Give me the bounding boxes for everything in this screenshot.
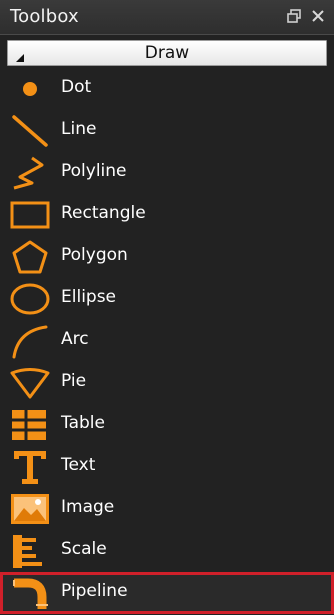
tool-item-image[interactable]: Image — [0, 488, 334, 530]
tool-item-scale[interactable]: Scale — [0, 530, 334, 572]
table-icon — [8, 407, 52, 443]
tool-item-polygon[interactable]: Polygon — [0, 236, 334, 278]
ellipse-icon — [8, 281, 52, 317]
tool-label: Polyline — [61, 161, 127, 181]
tool-list: Dot Line Polyline Rectangle Polygon Elli… — [0, 68, 334, 614]
toolbox-titlebar: Toolbox — [0, 0, 334, 35]
tool-label: Ellipse — [61, 287, 117, 307]
dot-icon — [8, 71, 52, 107]
tool-item-table[interactable]: Table — [0, 404, 334, 446]
tool-label: Image — [61, 497, 115, 517]
tool-label: Scale — [61, 539, 107, 559]
tool-label: Line — [61, 119, 97, 139]
line-icon — [8, 113, 52, 149]
tool-item-arc[interactable]: Arc — [0, 320, 334, 362]
tool-label: Dot — [61, 77, 92, 97]
panel-title: Toolbox — [10, 6, 79, 27]
tool-item-polyline[interactable]: Polyline — [0, 152, 334, 194]
pie-icon — [8, 365, 52, 401]
polygon-icon — [8, 239, 52, 275]
rectangle-icon — [8, 197, 52, 233]
tool-item-pie[interactable]: Pie — [0, 362, 334, 404]
tool-label: Table — [61, 413, 105, 433]
tool-label: Pipeline — [61, 581, 128, 601]
text-icon — [8, 449, 52, 485]
image-icon — [8, 491, 52, 527]
tool-label: Pie — [61, 371, 87, 391]
section-header-draw[interactable]: Draw — [7, 40, 327, 66]
tool-label: Rectangle — [61, 203, 146, 223]
tool-item-ellipse[interactable]: Ellipse — [0, 278, 334, 320]
tool-label: Polygon — [61, 245, 128, 265]
tool-item-text[interactable]: Text — [0, 446, 334, 488]
tool-label: Arc — [61, 329, 89, 349]
tool-label: Text — [61, 455, 96, 475]
tool-item-dot[interactable]: Dot — [0, 68, 334, 110]
section-header-label: Draw — [144, 43, 190, 63]
tool-item-pipeline[interactable]: Pipeline — [0, 572, 334, 614]
close-icon[interactable] — [310, 8, 326, 24]
toolbox-panel: Toolbox Draw Dot Line Polyline Rectangle… — [0, 0, 334, 615]
scale-icon — [8, 533, 52, 569]
polyline-icon — [8, 155, 52, 191]
arc-icon — [8, 323, 52, 359]
tool-item-rectangle[interactable]: Rectangle — [0, 194, 334, 236]
tool-item-line[interactable]: Line — [0, 110, 334, 152]
restore-window-icon[interactable] — [286, 8, 302, 24]
pipeline-icon — [8, 575, 52, 611]
